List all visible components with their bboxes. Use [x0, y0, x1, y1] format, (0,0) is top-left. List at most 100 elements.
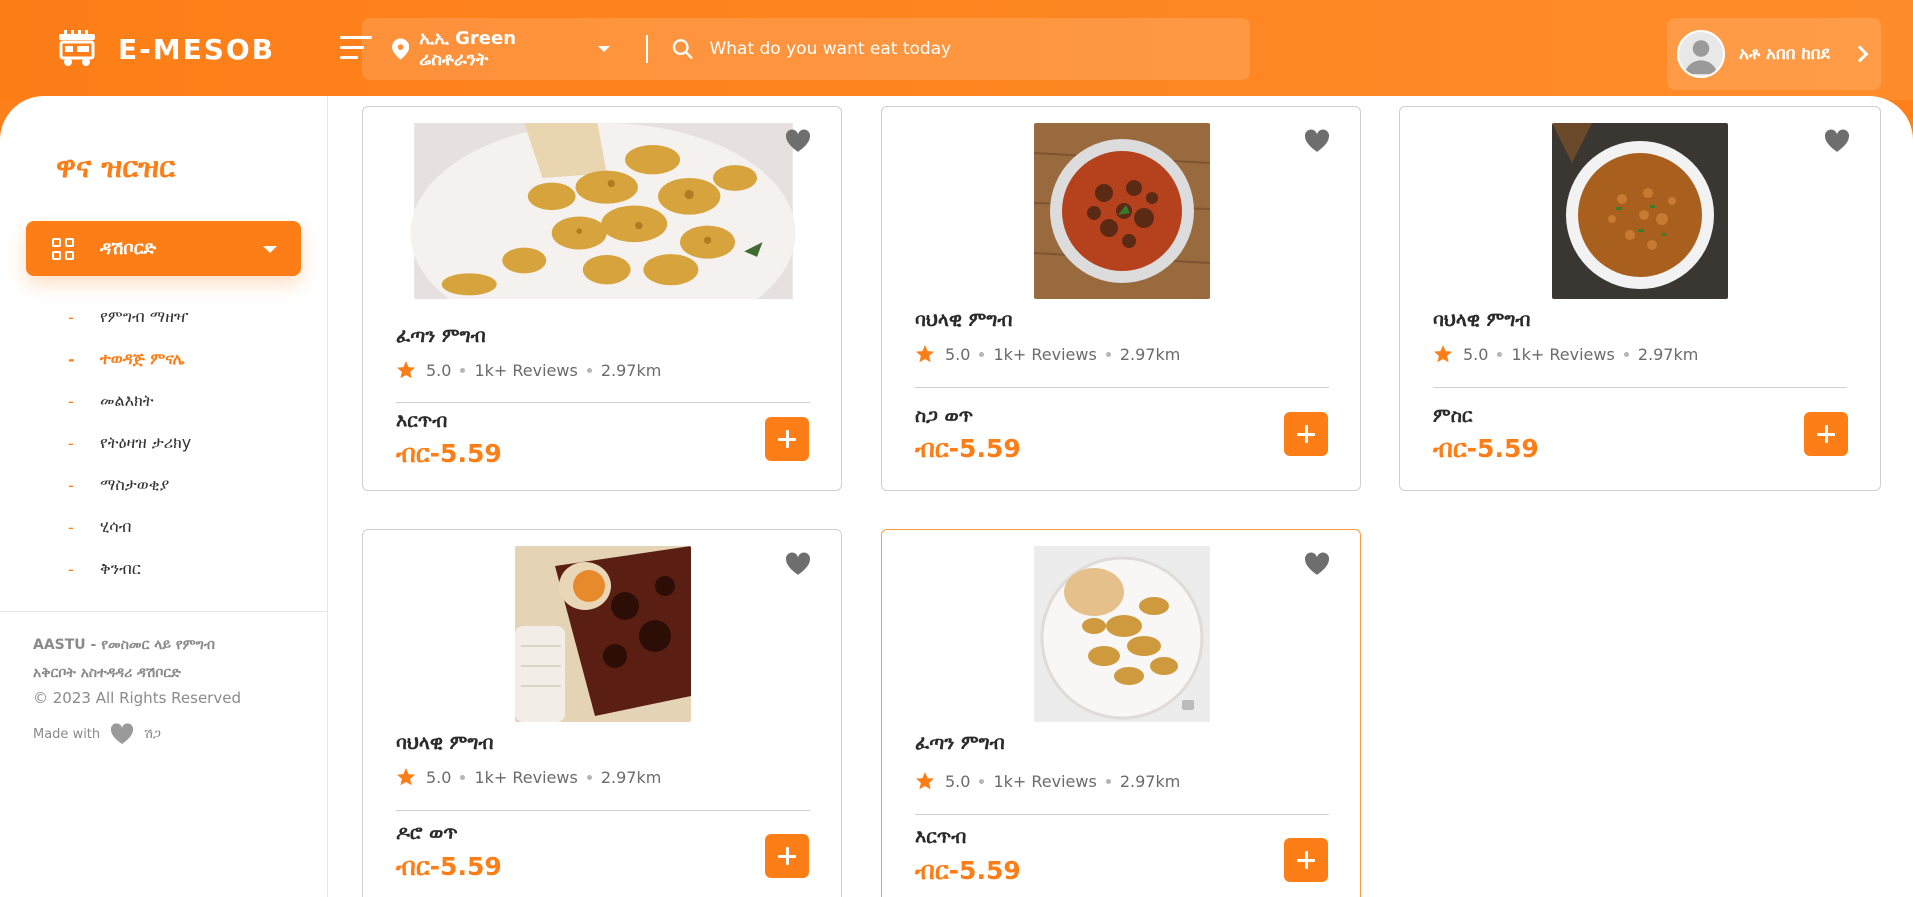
food-image: [1034, 123, 1210, 299]
dish-name: እርጥብ: [915, 826, 967, 848]
dashboard-button[interactable]: ዳሽቦርድ: [26, 221, 301, 276]
divider: [1433, 387, 1847, 388]
dish-price: ብር-5.59: [915, 856, 1021, 885]
search-icon[interactable]: [672, 38, 693, 60]
food-meta: 5.0 1k+ Reviews 2.97km: [915, 771, 1180, 791]
footer-org-line2: አቅርቦት አስተዳዳሪ ዳሽቦርድ: [33, 665, 181, 681]
food-truck-icon: [59, 30, 95, 66]
distance: 2.97km: [600, 767, 662, 787]
reviews: 1k+ Reviews: [474, 767, 578, 787]
reviews: 1k+ Reviews: [474, 360, 578, 380]
top-header: E-MESOB ኢኢ Green ሬስቶራንት አቶ አበበ ከበደ: [0, 0, 1913, 100]
grid-icon: [52, 237, 74, 260]
food-image: [1034, 546, 1210, 722]
divider: [396, 402, 810, 403]
star-icon: [916, 345, 934, 363]
food-category: ባህላዊ ምግብ: [396, 732, 494, 754]
food-card[interactable]: ፈጣን ምግብ 5.0 1k+ Reviews 2.97km እርጥብ ብር-5…: [362, 106, 842, 491]
distance: 2.97km: [1119, 771, 1181, 791]
dish-name: ስጋ ወጥ: [915, 405, 974, 427]
rating: 5.0: [426, 360, 452, 380]
search-input[interactable]: [709, 39, 1250, 59]
star-icon: [397, 361, 415, 379]
food-meta: 5.0 1k+ Reviews 2.97km: [396, 767, 661, 787]
food-category: ባህላዊ ምግብ: [915, 309, 1013, 331]
food-card[interactable]: ባህላዊ ምግብ 5.0 1k+ Reviews 2.97km ዶሮ ወጥ ብር…: [362, 529, 842, 897]
food-card[interactable]: ፈጣን ምግብ 5.0 1k+ Reviews 2.97km እርጥብ ብር-5…: [881, 529, 1361, 897]
location-pin-icon: [392, 38, 410, 60]
search-bar: ኢኢ Green ሬስቶራንት: [362, 18, 1250, 80]
food-image: [1552, 123, 1728, 299]
dish-name: እርጥብ: [396, 410, 448, 432]
reviews: 1k+ Reviews: [1511, 344, 1615, 364]
heart-icon[interactable]: [785, 129, 811, 153]
rating: 5.0: [945, 771, 971, 791]
food-category: ባህላዊ ምግብ: [1433, 309, 1531, 331]
heart-icon[interactable]: [1824, 129, 1850, 153]
sidebar-title: ዋና ዝርዝር: [56, 150, 176, 184]
footer-org-line1: AASTU - የመስመር ላይ የምግብ: [33, 637, 215, 653]
food-card[interactable]: ባህላዊ ምግብ 5.0 1k+ Reviews 2.97km ምስር ብር-5…: [1399, 106, 1881, 491]
sidebar-item-account[interactable]: - ሂሳብ: [68, 506, 191, 548]
rating: 5.0: [945, 344, 971, 364]
made-with: Made with ሽጋ: [33, 723, 293, 745]
add-to-cart-button[interactable]: [1284, 412, 1328, 456]
food-category: ፈጣን ምግብ: [915, 732, 1005, 754]
food-card[interactable]: ባህላዊ ምግብ 5.0 1k+ Reviews 2.97km ስጋ ወጥ ብር…: [881, 106, 1361, 491]
location-label: ኢኢ Green ሬስቶራንት: [419, 28, 517, 70]
chevron-down-icon: [598, 46, 611, 52]
distance: 2.97km: [1119, 344, 1181, 364]
rating: 5.0: [426, 767, 452, 787]
dish-price: ብር-5.59: [396, 852, 502, 881]
add-to-cart-button[interactable]: [765, 834, 809, 878]
food-category: ፈጣን ምግብ: [396, 325, 486, 347]
made-with-label: Made with: [33, 726, 101, 742]
dashboard-label: ዳሽቦርድ: [100, 238, 157, 259]
footer-copyright: © 2023 All Rights Reserved: [33, 689, 241, 707]
user-profile[interactable]: አቶ አበበ ከበደ: [1667, 18, 1881, 90]
dish-name: ዶሮ ወጥ: [396, 822, 458, 844]
star-icon: [1434, 345, 1452, 363]
heart-icon: [111, 723, 134, 744]
sidebar-item-advertisement[interactable]: - ማስታወቂያ: [68, 464, 191, 506]
star-icon: [916, 772, 934, 790]
distance: 2.97km: [600, 360, 662, 380]
sidebar-menu: - የምግብ ማዘዣ - ተወዳጅ ምናሌ - መልእክት - የትዕዛዝ ታሪክy -…: [68, 296, 191, 590]
rating: 5.0: [1463, 344, 1489, 364]
sidebar: ዋና ዝርዝር ዳሽቦርድ - የምግብ ማዘዣ - ተወዳጅ ምናሌ - መልእክት…: [0, 96, 328, 897]
location-selector[interactable]: ኢኢ Green ሬስቶራንት: [362, 28, 611, 70]
made-by: ሽጋ: [144, 726, 161, 742]
reviews: 1k+ Reviews: [993, 344, 1097, 364]
brand-name: E-MESOB: [118, 32, 276, 66]
sidebar-item-favorite-menu[interactable]: - ተወዳጅ ምናሌ: [68, 338, 191, 380]
food-image: [410, 123, 795, 299]
divider: [396, 810, 810, 811]
food-image: [515, 546, 691, 722]
chevron-right-icon: [1851, 45, 1869, 63]
reviews: 1k+ Reviews: [993, 771, 1097, 791]
sidebar-item-messages[interactable]: - መልእክት: [68, 380, 191, 422]
add-to-cart-button[interactable]: [1284, 838, 1328, 882]
dish-name: ምስር: [1433, 405, 1473, 427]
divider: [915, 814, 1329, 815]
search-divider: [646, 35, 649, 63]
heart-icon[interactable]: [785, 552, 811, 576]
food-meta: 5.0 1k+ Reviews 2.97km: [915, 344, 1180, 364]
heart-icon[interactable]: [1304, 129, 1330, 153]
food-meta: 5.0 1k+ Reviews 2.97km: [1433, 344, 1698, 364]
add-to-cart-button[interactable]: [1804, 412, 1848, 456]
divider: [915, 387, 1329, 388]
sidebar-item-settings[interactable]: - ቅንብር: [68, 548, 191, 590]
distance: 2.97km: [1637, 344, 1699, 364]
brand-logo[interactable]: E-MESOB: [56, 28, 275, 70]
add-to-cart-button[interactable]: [765, 417, 809, 461]
heart-icon[interactable]: [1304, 552, 1330, 576]
food-meta: 5.0 1k+ Reviews 2.97km: [396, 360, 661, 380]
user-name: አቶ አበበ ከበደ: [1739, 44, 1830, 64]
chevron-down-icon: [263, 246, 277, 253]
sidebar-item-food-order[interactable]: - የምግብ ማዘዣ: [68, 296, 191, 338]
avatar: [1677, 30, 1725, 78]
sidebar-item-order-history[interactable]: - የትዕዛዝ ታሪክy: [68, 422, 191, 464]
dish-price: ብር-5.59: [915, 434, 1021, 463]
dish-price: ብር-5.59: [1433, 434, 1539, 463]
